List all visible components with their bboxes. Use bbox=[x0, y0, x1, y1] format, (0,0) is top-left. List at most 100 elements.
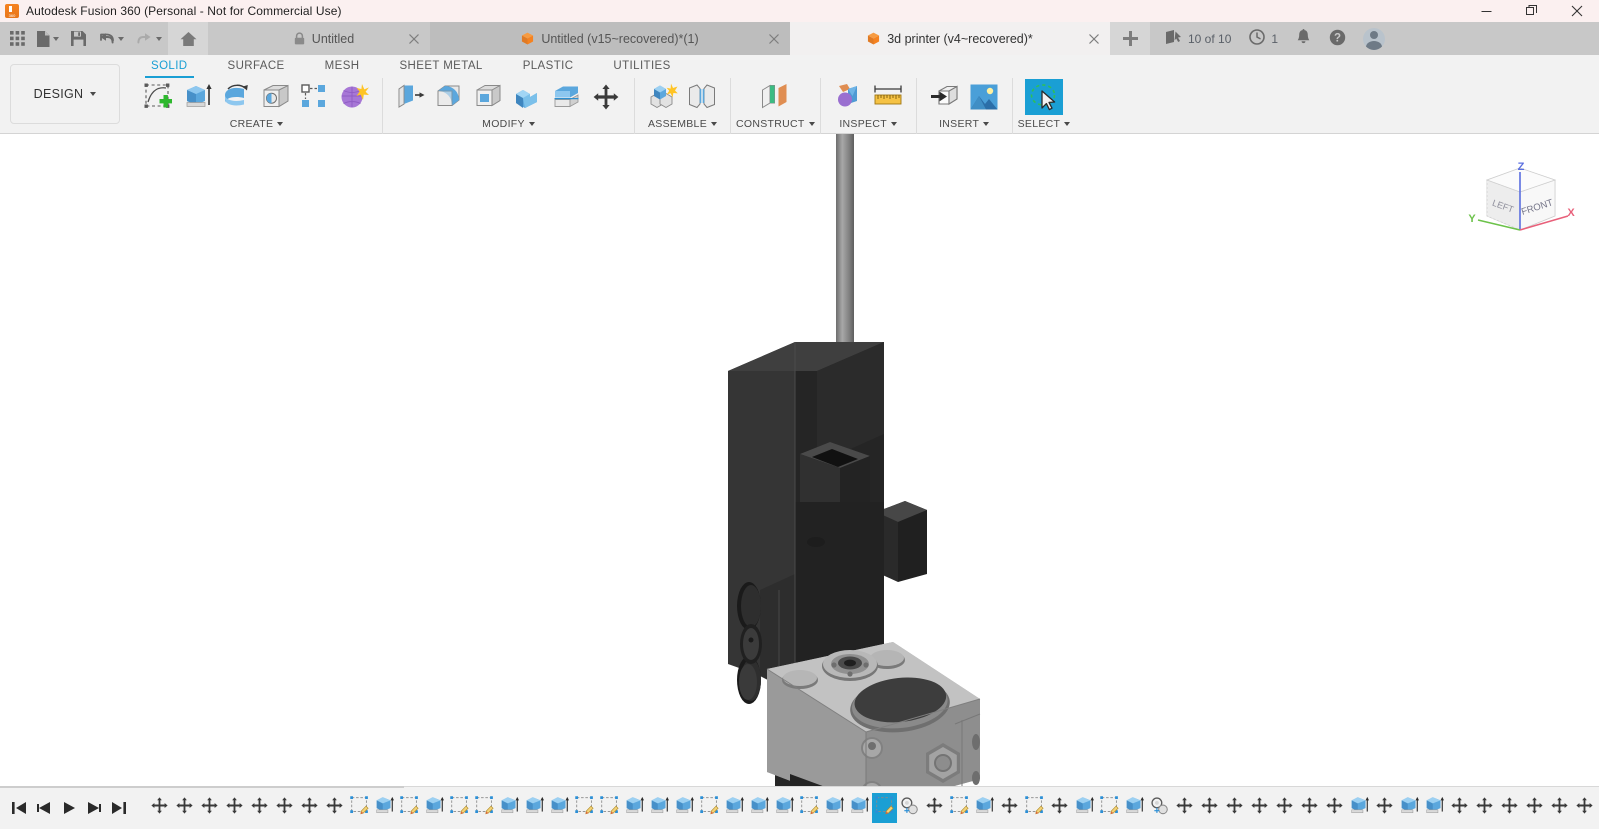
play-icon[interactable] bbox=[56, 793, 81, 823]
undo-icon[interactable] bbox=[92, 22, 130, 55]
create-sketch-icon[interactable] bbox=[140, 79, 178, 115]
fillet-icon[interactable] bbox=[431, 79, 469, 115]
timeline-feature-15[interactable] bbox=[522, 793, 547, 823]
timeline-drag-handle[interactable] bbox=[0, 786, 404, 788]
close-icon[interactable] bbox=[1554, 0, 1599, 22]
document-tab-untitled-v15[interactable]: Untitled (v15~recovered)*(1) bbox=[430, 22, 790, 55]
timeline-feature-list[interactable] bbox=[147, 793, 1599, 823]
timeline-feature-48[interactable] bbox=[1347, 793, 1372, 823]
restore-icon[interactable] bbox=[1509, 0, 1554, 22]
pattern-icon[interactable] bbox=[296, 79, 334, 115]
timeline-feature-37[interactable] bbox=[1072, 793, 1097, 823]
timeline-feature-18[interactable] bbox=[597, 793, 622, 823]
close-icon[interactable] bbox=[408, 33, 420, 45]
offset-plane-icon[interactable] bbox=[756, 79, 794, 115]
timeline-feature-19[interactable] bbox=[622, 793, 647, 823]
workspace-switcher-button[interactable]: DESIGN bbox=[10, 64, 120, 124]
timeline-feature-32[interactable] bbox=[947, 793, 972, 823]
press-pull-icon[interactable] bbox=[392, 79, 430, 115]
close-icon[interactable] bbox=[1088, 33, 1100, 45]
go-to-end-icon[interactable] bbox=[106, 793, 131, 823]
timeline-feature-0[interactable] bbox=[147, 793, 172, 823]
timeline-feature-36[interactable] bbox=[1047, 793, 1072, 823]
timeline-feature-1[interactable] bbox=[172, 793, 197, 823]
timeline-feature-10[interactable] bbox=[397, 793, 422, 823]
timeline-feature-41[interactable] bbox=[1172, 793, 1197, 823]
measure-icon[interactable] bbox=[869, 79, 907, 115]
timeline-feature-14[interactable] bbox=[497, 793, 522, 823]
timeline-feature-5[interactable] bbox=[272, 793, 297, 823]
minimize-icon[interactable] bbox=[1464, 0, 1509, 22]
timeline-feature-8[interactable] bbox=[347, 793, 372, 823]
timeline-feature-13[interactable] bbox=[472, 793, 497, 823]
timeline-feature-28[interactable] bbox=[847, 793, 872, 823]
design-canvas[interactable]: LEFT FRONT Z Y X bbox=[0, 134, 1599, 786]
timeline-feature-24[interactable] bbox=[747, 793, 772, 823]
timeline-feature-4[interactable] bbox=[247, 793, 272, 823]
timeline-feature-33[interactable] bbox=[972, 793, 997, 823]
timeline-feature-34[interactable] bbox=[997, 793, 1022, 823]
revolve-icon[interactable] bbox=[218, 79, 256, 115]
ribbon-tab-mesh[interactable]: MESH bbox=[305, 55, 380, 77]
step-back-icon[interactable] bbox=[31, 793, 56, 823]
form-icon[interactable] bbox=[335, 79, 373, 115]
ribbon-tab-surface[interactable]: SURFACE bbox=[208, 55, 305, 77]
timeline-feature-22[interactable] bbox=[697, 793, 722, 823]
ribbon-tab-solid[interactable]: SOLID bbox=[131, 55, 208, 77]
timeline-feature-17[interactable] bbox=[572, 793, 597, 823]
timeline-feature-31[interactable] bbox=[922, 793, 947, 823]
timeline-feature-3[interactable] bbox=[222, 793, 247, 823]
timeline-feature-49[interactable] bbox=[1372, 793, 1397, 823]
combine-icon[interactable] bbox=[509, 79, 547, 115]
timeline-feature-27[interactable] bbox=[822, 793, 847, 823]
timeline-feature-20[interactable] bbox=[647, 793, 672, 823]
timeline-feature-50[interactable] bbox=[1397, 793, 1422, 823]
timeline-feature-11[interactable] bbox=[422, 793, 447, 823]
timeline-feature-38[interactable] bbox=[1097, 793, 1122, 823]
timeline-feature-56[interactable] bbox=[1547, 793, 1572, 823]
notifications-button[interactable] bbox=[1287, 22, 1320, 55]
avatar[interactable] bbox=[1363, 28, 1385, 50]
timeline-feature-2[interactable] bbox=[197, 793, 222, 823]
joint-icon[interactable] bbox=[683, 79, 721, 115]
select-lasso-icon[interactable] bbox=[1025, 79, 1063, 115]
document-tab-3d-printer[interactable]: 3d printer (v4~recovered)* bbox=[790, 22, 1110, 55]
timeline-feature-29[interactable] bbox=[872, 793, 897, 823]
timeline-feature-21[interactable] bbox=[672, 793, 697, 823]
job-status-button[interactable]: 10 of 10 bbox=[1156, 22, 1240, 55]
timeline-feature-16[interactable] bbox=[547, 793, 572, 823]
home-icon[interactable] bbox=[168, 22, 208, 55]
timeline-feature-47[interactable] bbox=[1322, 793, 1347, 823]
timeline-feature-43[interactable] bbox=[1222, 793, 1247, 823]
history-button[interactable]: 1 bbox=[1240, 22, 1287, 55]
timeline-feature-26[interactable] bbox=[797, 793, 822, 823]
shell-icon[interactable] bbox=[470, 79, 508, 115]
timeline-feature-51[interactable] bbox=[1422, 793, 1447, 823]
go-to-beginning-icon[interactable] bbox=[6, 793, 31, 823]
new-tab-button[interactable] bbox=[1110, 22, 1150, 55]
timeline-feature-9[interactable] bbox=[372, 793, 397, 823]
timeline-feature-35[interactable] bbox=[1022, 793, 1047, 823]
timeline-feature-25[interactable] bbox=[772, 793, 797, 823]
app-grid-icon[interactable] bbox=[4, 22, 31, 55]
timeline-feature-7[interactable] bbox=[322, 793, 347, 823]
timeline-feature-40[interactable] bbox=[1147, 793, 1172, 823]
timeline-feature-57[interactable] bbox=[1572, 793, 1597, 823]
ribbon-tab-sheet-metal[interactable]: SHEET METAL bbox=[379, 55, 502, 77]
timeline-feature-52[interactable] bbox=[1447, 793, 1472, 823]
timeline-feature-23[interactable] bbox=[722, 793, 747, 823]
timeline-feature-6[interactable] bbox=[297, 793, 322, 823]
extrude-icon[interactable] bbox=[179, 79, 217, 115]
offset-face-icon[interactable] bbox=[548, 79, 586, 115]
document-tab-untitled[interactable]: Untitled bbox=[218, 22, 430, 55]
view-cube[interactable]: LEFT FRONT Z Y X bbox=[1465, 154, 1575, 249]
timeline-feature-39[interactable] bbox=[1122, 793, 1147, 823]
redo-icon[interactable] bbox=[130, 22, 168, 55]
new-file-icon[interactable] bbox=[31, 22, 65, 55]
ribbon-tab-utilities[interactable]: UTILITIES bbox=[593, 55, 690, 77]
timeline-feature-42[interactable] bbox=[1197, 793, 1222, 823]
new-component-icon[interactable] bbox=[644, 79, 682, 115]
timeline-feature-30[interactable] bbox=[897, 793, 922, 823]
ribbon-tab-plastic[interactable]: PLASTIC bbox=[503, 55, 594, 77]
timeline-feature-45[interactable] bbox=[1272, 793, 1297, 823]
